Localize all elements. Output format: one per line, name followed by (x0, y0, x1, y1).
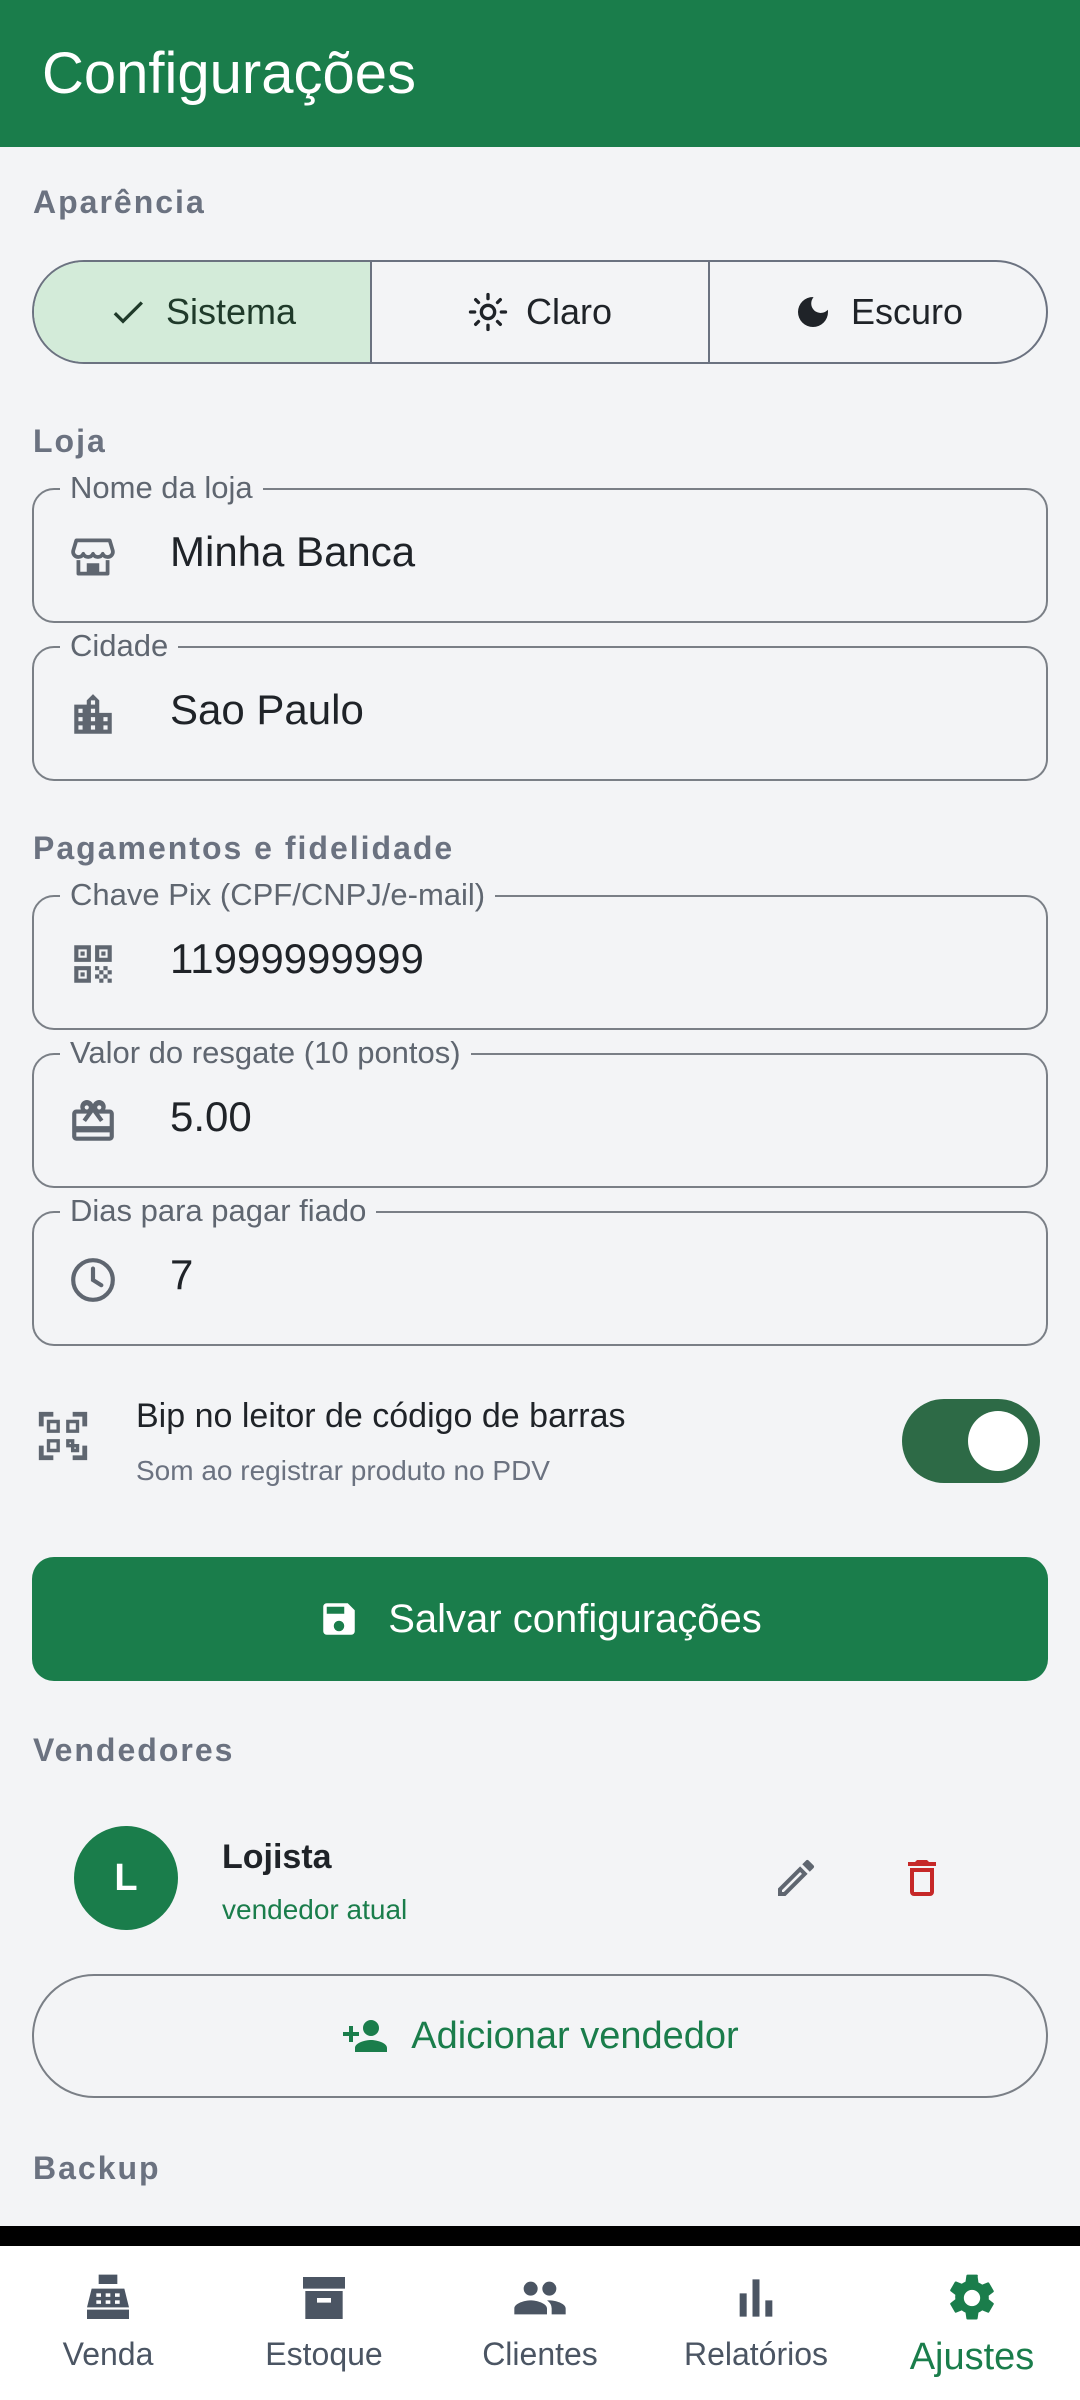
theme-segmented-control: Sistema Claro Escuro (32, 260, 1048, 364)
add-seller-button[interactable]: Adicionar vendedor (32, 1974, 1048, 2098)
beep-setting-title: Bip no leitor de código de barras (136, 1397, 626, 1435)
store-name-field[interactable]: Nome da loja Minha Banca (32, 470, 1048, 623)
edit-pencil-icon[interactable] (772, 1854, 820, 1902)
section-label-backup: Backup (33, 2150, 161, 2186)
switch-knob (968, 1411, 1028, 1471)
pix-key-input[interactable]: 11999999999 (170, 935, 1010, 983)
store-name-input[interactable]: Minha Banca (170, 528, 1010, 576)
save-icon (323, 1603, 355, 1635)
nav-item-venda[interactable]: Venda (0, 2246, 216, 2400)
clock-icon (71, 1258, 115, 1302)
nav-label: Ajustes (909, 2336, 1035, 2378)
moon-icon (797, 297, 828, 327)
check-icon (113, 301, 143, 324)
qr-scanner-icon (38, 1411, 88, 1461)
cash-register-icon (87, 2274, 129, 2319)
nav-item-relatorios[interactable]: Relatórios (648, 2246, 864, 2400)
sun-icon (468, 292, 508, 332)
app-bar: Configurações (0, 0, 1080, 147)
page-title: Configurações (42, 41, 416, 106)
theme-option-system[interactable]: Sistema (34, 262, 370, 362)
bar-chart-icon (739, 2279, 773, 2317)
nav-item-ajustes[interactable]: Ajustes (864, 2246, 1080, 2400)
gift-card-icon (72, 1100, 114, 1141)
beep-setting-row[interactable]: Bip no leitor de código de barras Som ao… (32, 1385, 1048, 1495)
nav-label: Estoque (265, 2336, 383, 2372)
reward-value-field[interactable]: Valor do resgate (10 pontos) 5.00 (32, 1035, 1048, 1188)
section-label-appearance: Aparência (33, 184, 206, 220)
store-name-label: Nome da loja (60, 470, 263, 506)
theme-option-light[interactable]: Claro (370, 262, 708, 362)
people-icon (514, 2281, 566, 2315)
city-field[interactable]: Cidade Sao Paulo (32, 628, 1048, 781)
theme-option-label: Sistema (165, 291, 297, 332)
section-label-store: Loja (33, 423, 107, 459)
nav-label: Venda (62, 2336, 154, 2372)
section-label-sellers: Vendedores (33, 1732, 235, 1768)
qr-code-icon (74, 945, 112, 983)
reward-value-input[interactable]: 5.00 (170, 1093, 1010, 1141)
city-label: Cidade (60, 628, 179, 664)
delete-trash-icon[interactable] (898, 1854, 946, 1902)
section-label-payments: Pagamentos e fidelidade (33, 830, 455, 866)
bottom-navigation: Venda Estoque Clientes Relatórios Ajuste… (0, 2246, 1080, 2400)
save-settings-label: Salvar configurações (388, 1596, 762, 1641)
due-days-input[interactable]: 7 (170, 1251, 1010, 1299)
nav-item-clientes[interactable]: Clientes (432, 2246, 648, 2400)
beep-toggle-switch[interactable] (902, 1399, 1040, 1483)
seller-list-item[interactable]: L Lojista vendedor atual (32, 1810, 1048, 1950)
due-days-label: Dias para pagar fiado (60, 1193, 377, 1229)
reward-value-label: Valor do resgate (10 pontos) (60, 1035, 471, 1071)
seller-name: Lojista (222, 1838, 332, 1876)
pix-key-label: Chave Pix (CPF/CNPJ/e-mail) (60, 877, 496, 913)
system-divider (0, 2226, 1080, 2246)
seller-status: vendedor atual (222, 1894, 408, 1925)
settings-gear-icon (950, 2274, 994, 2320)
nav-label: Clientes (482, 2336, 598, 2372)
beep-setting-subtitle: Som ao registrar produto no PDV (136, 1455, 550, 1486)
theme-option-label: Escuro (850, 291, 964, 332)
city-icon (74, 694, 112, 734)
store-icon (71, 538, 115, 576)
theme-option-dark[interactable]: Escuro (708, 262, 1046, 362)
add-seller-label: Adicionar vendedor (411, 2014, 739, 2057)
archive-box-icon (303, 2277, 345, 2319)
nav-item-estoque[interactable]: Estoque (216, 2246, 432, 2400)
avatar: L (74, 1826, 178, 1930)
due-days-field[interactable]: Dias para pagar fiado 7 (32, 1193, 1048, 1346)
pix-key-field[interactable]: Chave Pix (CPF/CNPJ/e-mail) 11999999999 (32, 877, 1048, 1030)
add-person-icon (343, 2020, 388, 2052)
city-input[interactable]: Sao Paulo (170, 686, 1010, 734)
save-settings-button[interactable]: Salvar configurações (32, 1557, 1048, 1681)
nav-label: Relatórios (683, 2336, 829, 2372)
theme-option-label: Claro (525, 291, 613, 332)
